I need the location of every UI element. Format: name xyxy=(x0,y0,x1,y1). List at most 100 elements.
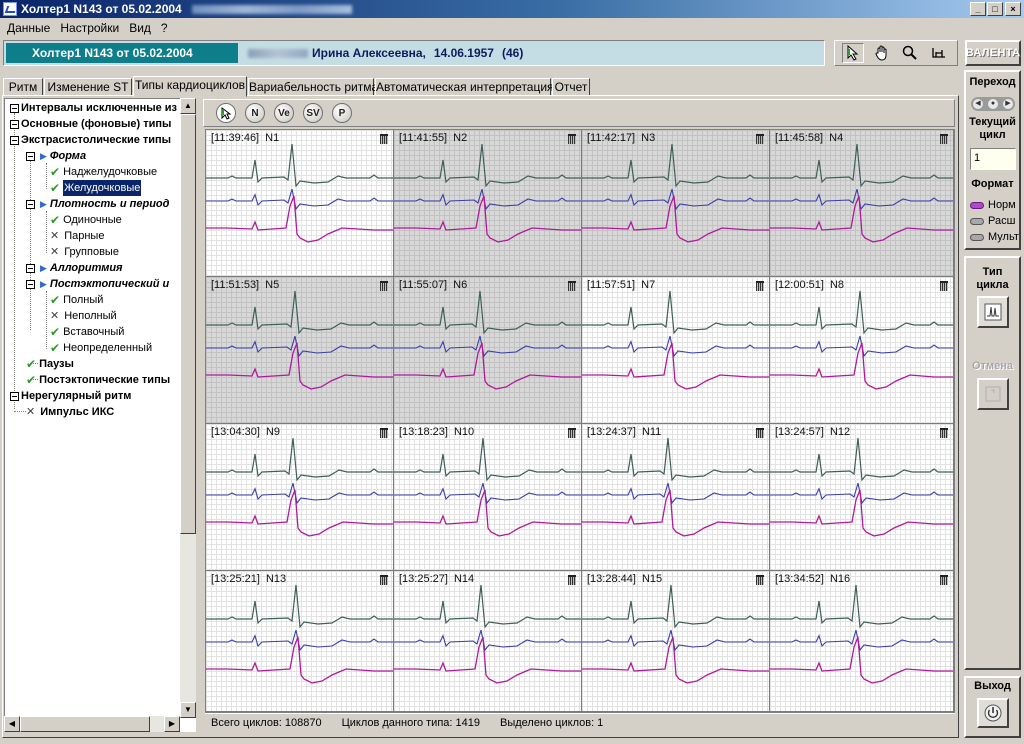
delete-icon[interactable] xyxy=(756,428,764,438)
scroll-left-icon[interactable]: ◀ xyxy=(4,716,20,732)
scroll-right-icon[interactable]: ▶ xyxy=(164,716,180,732)
delete-icon[interactable] xyxy=(756,281,764,291)
minimize-button[interactable]: _ xyxy=(970,2,986,16)
tree-item-excluded-intervals[interactable]: Интервалы исключенные из xyxy=(10,100,177,116)
hand-icon[interactable] xyxy=(871,43,893,63)
delete-icon[interactable] xyxy=(568,428,576,438)
collapse-box-icon[interactable] xyxy=(10,135,19,145)
delete-icon[interactable] xyxy=(940,134,948,144)
tree-item-allorhythmia[interactable]: ▶ Аллоритмия xyxy=(26,260,123,276)
cardiocycle-cell[interactable]: [11:45:58] N4 xyxy=(770,130,954,277)
collapse-box-icon[interactable] xyxy=(26,279,35,289)
scroll-thumb[interactable] xyxy=(180,114,196,534)
collapse-box-icon[interactable] xyxy=(10,103,19,113)
format-normal[interactable]: Норм xyxy=(970,198,1016,212)
cardiocycle-cell[interactable]: [11:55:07] N6 xyxy=(394,277,582,424)
tab-report[interactable]: Отчет xyxy=(552,78,590,96)
prev-icon[interactable]: ◀ xyxy=(973,99,983,109)
collapse-box-icon[interactable] xyxy=(26,199,35,209)
format-expanded[interactable]: Расш xyxy=(970,214,1015,228)
tree-vertical-scrollbar[interactable]: ▲ ▼ xyxy=(180,98,196,718)
tree-item-extrasystolic-types[interactable]: Экстрасистолические типы xyxy=(10,132,171,148)
cardiocycle-cell[interactable]: [12:00:51] N8 xyxy=(770,277,954,424)
pointer-icon[interactable] xyxy=(216,103,236,123)
cardiocycle-cell[interactable]: [13:25:27] N14 xyxy=(394,571,582,712)
collapse-box-icon[interactable] xyxy=(26,263,35,273)
delete-icon[interactable] xyxy=(940,575,948,585)
navigation-control[interactable]: ◀ ● ▶ xyxy=(971,97,1015,111)
scroll-up-icon[interactable]: ▲ xyxy=(180,98,196,114)
cardiocycle-cell[interactable]: [13:04:30] N9 xyxy=(206,424,394,571)
maximize-button[interactable]: □ xyxy=(987,2,1003,16)
cardiocycle-cell[interactable]: [13:34:52] N16 xyxy=(770,571,954,712)
exit-button[interactable] xyxy=(977,698,1009,728)
tree-item-undefined[interactable]: ✔ Неопределенный xyxy=(50,340,152,356)
menu-view[interactable]: Вид xyxy=(124,21,156,35)
menu-data[interactable]: Данные xyxy=(2,21,55,35)
delete-icon[interactable] xyxy=(568,575,576,585)
tree-horizontal-scrollbar[interactable]: ◀ ▶ xyxy=(4,716,180,732)
tree-item-group[interactable]: ✕ Групповые xyxy=(50,244,119,260)
tree-item-basic-types[interactable]: Основные (фоновые) типы xyxy=(10,116,171,132)
normal-class-button[interactable]: N xyxy=(245,103,265,123)
cardiocycle-cell[interactable]: [13:25:21] N13 xyxy=(206,571,394,712)
cardiocycle-cell[interactable]: [13:18:23] N10 xyxy=(394,424,582,571)
tree-item-supraventricular[interactable]: ✔ Наджелудочковые xyxy=(50,164,157,180)
delete-icon[interactable] xyxy=(756,575,764,585)
menu-settings[interactable]: Настройки xyxy=(55,21,124,35)
menu-help[interactable]: ? xyxy=(156,21,173,35)
cardiocycle-cell[interactable]: [11:41:55] N2 xyxy=(394,130,582,277)
caliper-icon[interactable] xyxy=(928,43,950,63)
pointer-icon[interactable] xyxy=(842,43,865,63)
current-cycle-input[interactable]: 1 xyxy=(970,148,1016,170)
cardiocycle-cell[interactable]: [11:42:17] N3 xyxy=(582,130,770,277)
magnifier-icon[interactable] xyxy=(899,43,921,63)
cardiocycle-cell[interactable]: [13:24:37] N11 xyxy=(582,424,770,571)
collapse-box-icon[interactable] xyxy=(10,391,19,401)
tree-item-full[interactable]: ✔ Полный xyxy=(50,292,103,308)
scroll-down-icon[interactable]: ▼ xyxy=(180,702,196,718)
tree-item-density[interactable]: ▶ Плотность и период xyxy=(26,196,169,212)
scroll-thumb[interactable] xyxy=(20,716,150,732)
collapse-box-icon[interactable] xyxy=(10,119,19,129)
delete-icon[interactable] xyxy=(940,428,948,438)
cardiocycle-cell[interactable]: [11:57:51] N7 xyxy=(582,277,770,424)
next-icon[interactable]: ▶ xyxy=(1003,99,1013,109)
delete-icon[interactable] xyxy=(380,281,388,291)
cardiocycle-cell[interactable]: [11:51:53] N5 xyxy=(206,277,394,424)
delete-icon[interactable] xyxy=(568,281,576,291)
tree-item-pacemaker-pulse[interactable]: ✕ Импульс ИКС xyxy=(26,404,114,420)
tab-auto-interpretation[interactable]: Автоматическая интерпретация xyxy=(375,78,554,96)
tree-item-postectopic[interactable]: ▶ Постэктопический и xyxy=(26,276,169,292)
brand-button[interactable]: ВАЛЕНТА xyxy=(965,40,1021,66)
tab-hrv[interactable]: Вариабельность ритма xyxy=(248,78,378,96)
cardiocycle-cell[interactable]: [11:39:46] N1 xyxy=(206,130,394,277)
paced-class-button[interactable]: P xyxy=(332,103,352,123)
supraventricular-class-button[interactable]: SV xyxy=(303,103,323,123)
tab-rhythm[interactable]: Ритм xyxy=(3,78,43,96)
tree-item-paired[interactable]: ✕ Парные xyxy=(50,228,104,244)
tree-item-postectopic-types[interactable]: ✔ Постэктопические типы xyxy=(26,372,170,388)
delete-icon[interactable] xyxy=(380,428,388,438)
cardiocycle-cell[interactable]: [13:28:44] N15 xyxy=(582,571,770,712)
cardiocycle-cell[interactable]: [13:24:57] N12 xyxy=(770,424,954,571)
delete-icon[interactable] xyxy=(568,134,576,144)
tab-cycle-types[interactable]: Типы кардиоциклов xyxy=(133,76,247,97)
tree-item-irregular-rhythm[interactable]: Нерегулярный ритм xyxy=(10,388,131,404)
ventricular-class-button[interactable]: Ve xyxy=(274,103,294,123)
cycle-type-button[interactable] xyxy=(977,296,1009,328)
tree-item-interpolated[interactable]: ✔ Вставочный xyxy=(50,324,124,340)
tab-st-change[interactable]: Изменение ST xyxy=(44,78,132,96)
delete-icon[interactable] xyxy=(380,134,388,144)
tree-item-form[interactable]: ▶ Форма xyxy=(26,148,86,164)
close-button[interactable]: × xyxy=(1005,2,1021,16)
delete-icon[interactable] xyxy=(756,134,764,144)
tree-item-incomplete[interactable]: ✕ Неполный xyxy=(50,308,117,324)
collapse-box-icon[interactable] xyxy=(26,151,35,161)
delete-icon[interactable] xyxy=(940,281,948,291)
undo-button[interactable] xyxy=(977,378,1009,410)
tree-item-single[interactable]: ✔ Одиночные xyxy=(50,212,122,228)
tree-item-pauses[interactable]: ✔ Паузы xyxy=(26,356,74,372)
center-icon[interactable]: ● xyxy=(988,99,998,109)
tree-item-ventricular[interactable]: ✔ Желудочковые xyxy=(50,180,142,196)
